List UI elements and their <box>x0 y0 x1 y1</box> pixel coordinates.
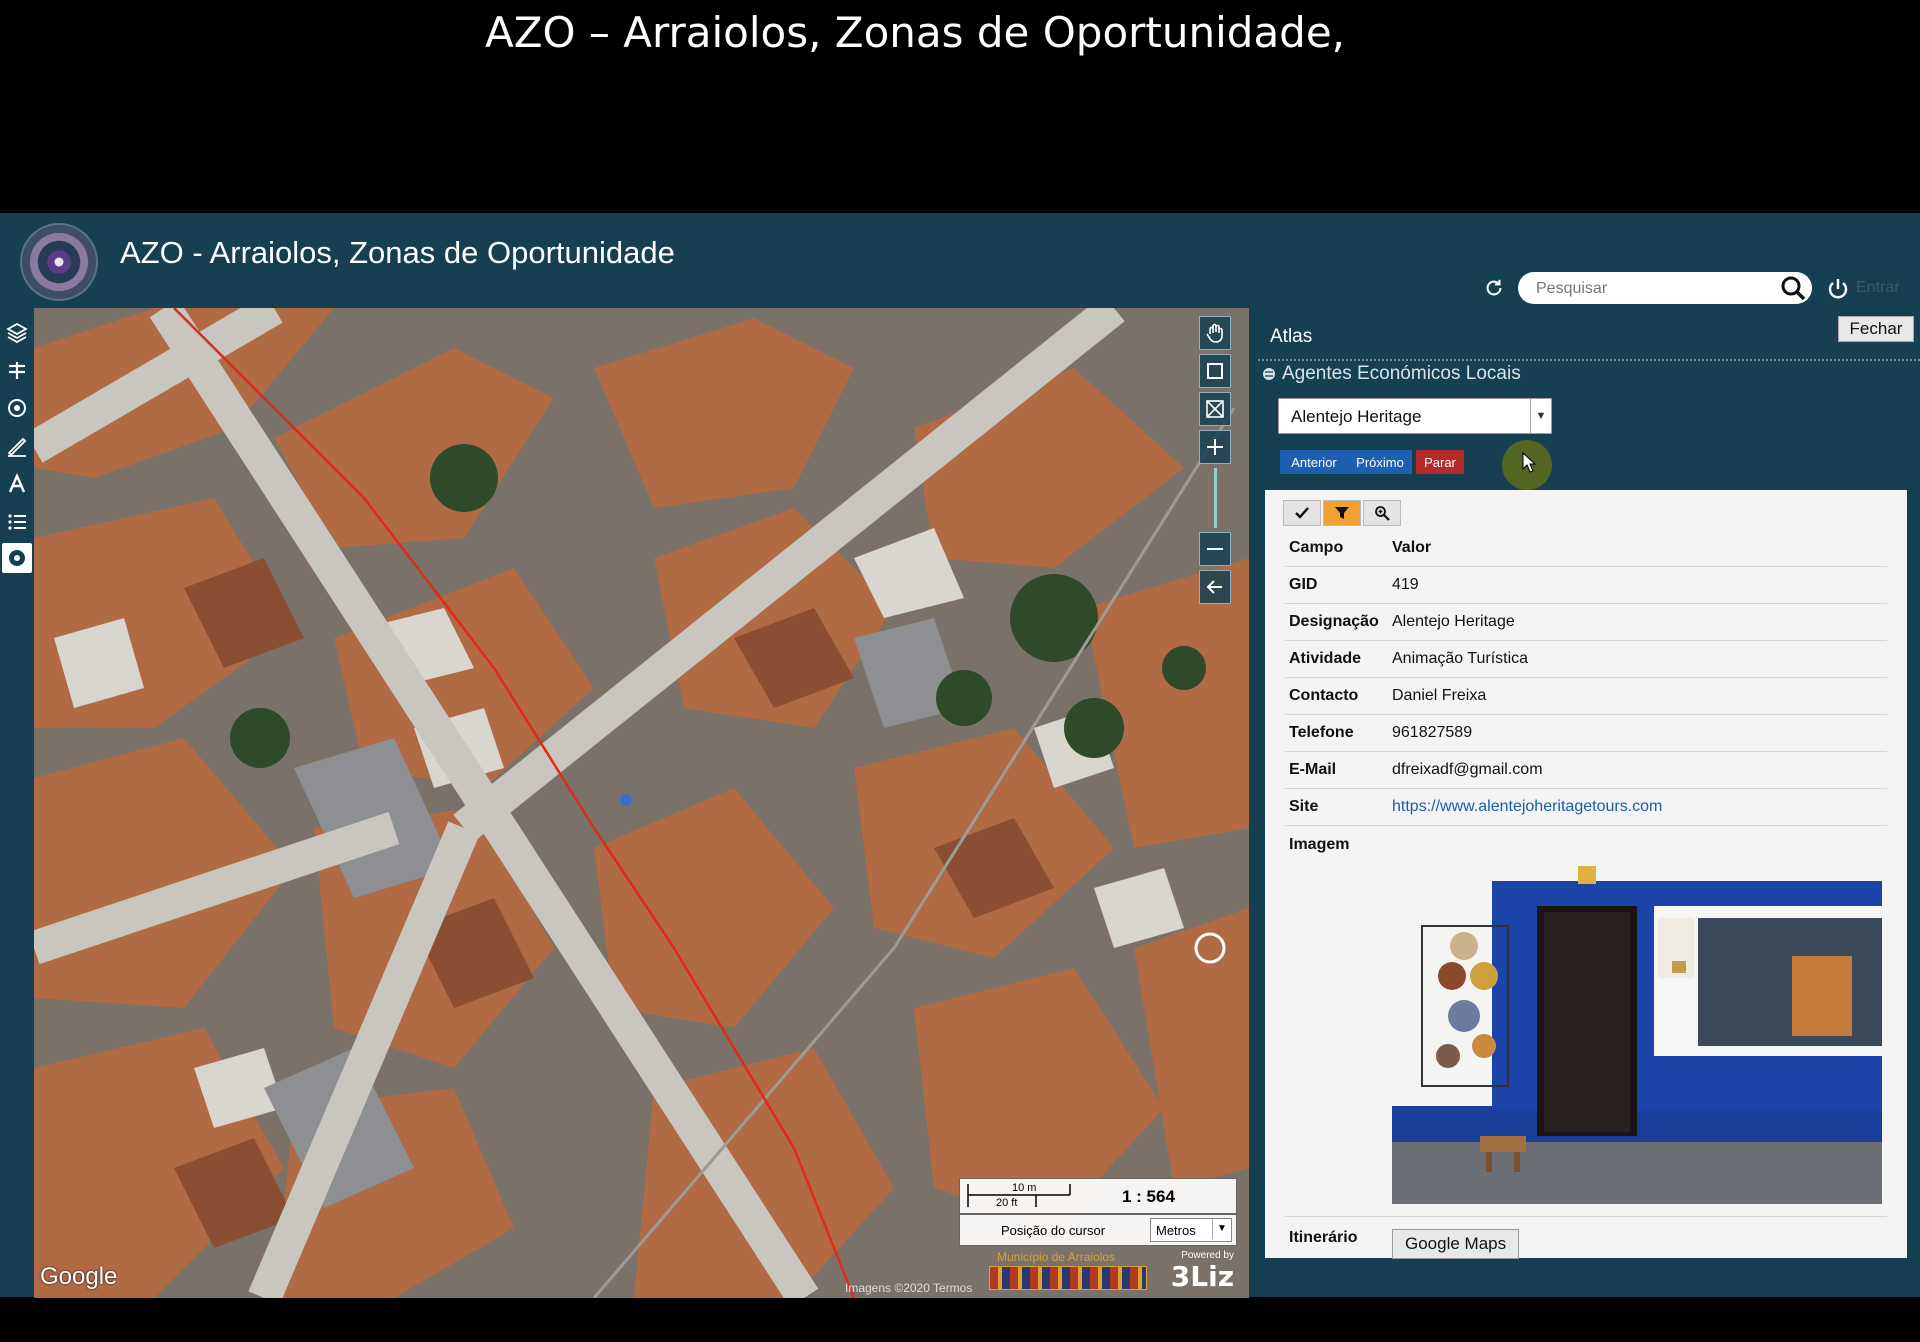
feature-select[interactable]: Alentejo Heritage ▼ <box>1278 398 1552 434</box>
zoom-in-icon[interactable] <box>1199 430 1231 464</box>
table-row: Atividade Animação Turística <box>1285 640 1887 678</box>
field-name: Atividade <box>1285 640 1388 678</box>
table-row: E-Mail dfreixadf@gmail.com <box>1285 751 1887 789</box>
popup-toolbar <box>1283 500 1401 526</box>
app-title: AZO - Arraiolos, Zonas de Oportunidade <box>120 235 675 270</box>
cursor-position-label: Posição do cursor <box>1001 1223 1106 1238</box>
3liz-logo[interactable]: Powered by 3Liz <box>1160 1250 1240 1293</box>
google-logo: Google <box>40 1263 118 1290</box>
field-value: 419 <box>1388 566 1887 604</box>
map-view[interactable] <box>34 308 1249 1298</box>
google-maps-button[interactable]: Google Maps <box>1392 1229 1520 1259</box>
stop-button[interactable]: Parar <box>1416 450 1464 474</box>
search-box <box>1518 272 1812 304</box>
login-link[interactable]: Entrar <box>1856 279 1900 297</box>
locate-icon[interactable] <box>2 393 32 423</box>
app-header: AZO - Arraiolos, Zonas de Oportunidade E… <box>0 213 1920 307</box>
layers-icon[interactable] <box>2 317 32 347</box>
field-name: Itinerário <box>1289 1229 1358 1246</box>
table-row: Site https://www.alentejoheritagetours.c… <box>1285 788 1887 826</box>
atlas-layer-name: Agentes Económicos Locais <box>1282 363 1521 384</box>
municipality-label: Município de Arraiolos <box>997 1250 1116 1264</box>
field-value: Google Maps <box>1388 1217 1887 1282</box>
chevron-down-icon: ▼ <box>1212 1219 1231 1239</box>
field-name: Telefone <box>1285 714 1388 752</box>
rug-pattern <box>989 1266 1147 1290</box>
panel-divider <box>1258 359 1920 361</box>
next-button[interactable]: Próximo <box>1348 450 1412 474</box>
zoom-extent-icon[interactable] <box>1199 392 1231 426</box>
zoom-to-feature-icon[interactable] <box>1363 500 1401 526</box>
field-value: 961827589 <box>1388 714 1887 752</box>
municipality-logo: Município de Arraiolos <box>987 1250 1147 1290</box>
table-row: GID 419 <box>1285 566 1887 604</box>
pan-icon[interactable] <box>1199 316 1231 350</box>
refresh-icon[interactable] <box>1482 277 1506 301</box>
info-icon[interactable] <box>2 543 32 573</box>
left-toolbar <box>0 309 34 579</box>
field-value: https://www.alentejoheritagetours.com <box>1388 788 1887 826</box>
shop-photo[interactable] <box>1392 836 1882 1204</box>
field-name: Contacto <box>1285 677 1388 715</box>
field-value: Animação Turística <box>1388 640 1887 678</box>
units-selected: Metros <box>1156 1223 1196 1238</box>
field-value: dfreixadf@gmail.com <box>1388 751 1887 789</box>
column-header-value: Valor <box>1388 530 1887 567</box>
scale-metric: 10 m <box>1012 1182 1037 1194</box>
search-input[interactable] <box>1534 276 1778 302</box>
previous-button[interactable]: Anterior <box>1280 450 1348 474</box>
field-value: Daniel Freixa <box>1388 677 1887 715</box>
table-row: Itinerário Google Maps <box>1285 1217 1887 1282</box>
table-header-row: Campo Valor <box>1285 530 1887 567</box>
measure-icon[interactable] <box>2 431 32 461</box>
scale-ratio: 1 : 564 <box>1122 1187 1175 1206</box>
legend-icon[interactable] <box>2 507 32 537</box>
map-zoom-controls <box>1199 316 1231 604</box>
globe-icon <box>1263 368 1275 380</box>
field-name: E-Mail <box>1285 751 1388 789</box>
filter-icon[interactable] <box>1323 500 1361 526</box>
atlas-panel-title: Atlas <box>1270 326 1313 347</box>
units-select[interactable]: Metros ▼ <box>1150 1218 1232 1242</box>
search-icon[interactable] <box>1780 275 1806 301</box>
satellite-imagery <box>34 308 1249 1298</box>
zoom-out-icon[interactable] <box>1199 532 1231 566</box>
zoom-box-icon[interactable] <box>1199 354 1231 388</box>
attribute-table: Campo Valor GID 419 Designação Alentejo He… <box>1285 530 1887 1281</box>
cursor-position: Posição do cursor Metros ▼ <box>959 1214 1237 1246</box>
select-icon[interactable] <box>1283 500 1321 526</box>
field-name: Designação <box>1285 603 1388 641</box>
atlas-layer-heading: Agentes Económicos Locais <box>1262 363 1521 385</box>
chevron-down-icon: ▼ <box>1530 399 1551 433</box>
field-name: GID <box>1285 566 1388 604</box>
scale-line: 10 m 20 ft 1 : 564 <box>959 1178 1237 1214</box>
table-row: Contacto Daniel Freixa <box>1285 677 1887 715</box>
site-link[interactable]: https://www.alentejoheritagetours.com <box>1392 798 1662 815</box>
shop-photo-graphic <box>1392 836 1882 1204</box>
feature-popup: Campo Valor GID 419 Designação Alentejo He… <box>1265 490 1907 1259</box>
field-value: Alentejo Heritage <box>1388 603 1887 641</box>
table-row: Designação Alentejo Heritage <box>1285 603 1887 641</box>
table-row: Telefone 961827589 <box>1285 714 1887 752</box>
close-button[interactable]: Fechar <box>1838 316 1914 342</box>
app-logo <box>20 223 98 301</box>
feature-selected: Alentejo Heritage <box>1291 407 1422 426</box>
field-value <box>1388 825 1887 1217</box>
3liz-brand: 3Liz <box>1170 1260 1234 1293</box>
baselayers-icon[interactable] <box>2 355 32 385</box>
column-header-field: Campo <box>1285 530 1388 567</box>
previous-view-icon[interactable] <box>1199 570 1231 604</box>
atlas-icon[interactable] <box>2 469 32 499</box>
field-name: Imagem <box>1285 825 1388 1217</box>
field-name: Site <box>1285 788 1388 826</box>
power-icon[interactable] <box>1826 277 1850 301</box>
scale-imperial: 20 ft <box>996 1197 1018 1209</box>
mouse-pointer-icon <box>1522 452 1536 473</box>
video-title: AZO – Arraiolos, Zonas de Oportunidade, <box>484 8 1346 57</box>
table-row: Imagem <box>1285 825 1887 1217</box>
map-attribution[interactable]: Imagens ©2020 Termos <box>845 1281 972 1295</box>
zoom-slider[interactable] <box>1199 468 1231 528</box>
